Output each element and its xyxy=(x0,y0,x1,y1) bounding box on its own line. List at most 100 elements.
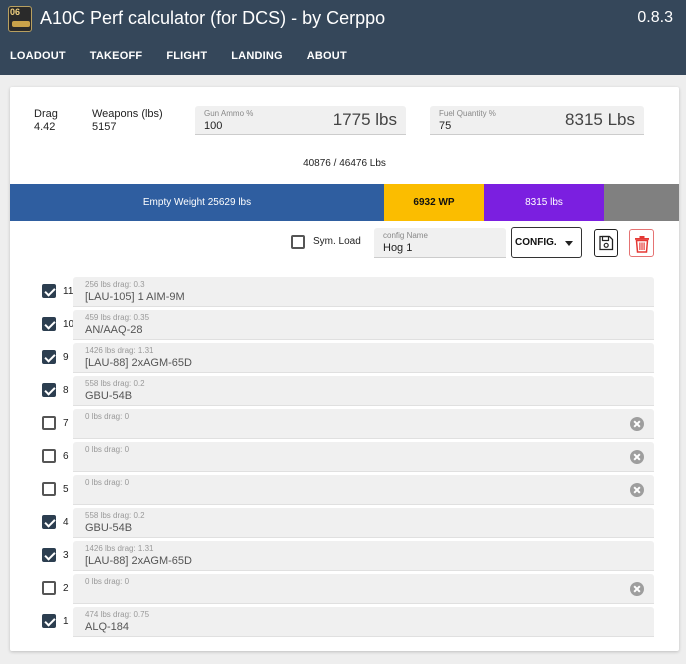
fuel-quantity-label: Fuel Quantity % xyxy=(439,109,496,118)
station-row: 7 0 lbs drag: 0 xyxy=(10,409,679,439)
logo-number: 06 xyxy=(10,7,21,17)
fuel-weight-segment: 8315 lbs xyxy=(484,184,604,221)
weapons-value: 5157 xyxy=(92,121,117,133)
station-checkbox[interactable] xyxy=(42,482,56,496)
clear-icon[interactable] xyxy=(630,582,644,596)
station-weapon-name: [LAU-88] 2xAGM-65D xyxy=(85,555,192,567)
station-weight-drag: 256 lbs drag: 0.3 xyxy=(85,280,145,289)
weapons-weight-segment: 6932 WP xyxy=(384,184,484,221)
station-weapon-select[interactable]: 1426 lbs drag: 1.31 [LAU-88] 2xAGM-65D xyxy=(73,343,654,373)
tab-flight[interactable]: FLIGHT xyxy=(166,50,207,62)
trash-icon xyxy=(635,236,649,253)
chevron-down-icon xyxy=(565,241,573,246)
station-row: 1 474 lbs drag: 0.75 ALQ-184 xyxy=(10,607,679,637)
station-number: 11 xyxy=(63,286,74,297)
gun-ammo-weight: 1775 lbs xyxy=(332,110,397,129)
station-row: 10 459 lbs drag: 0.35 AN/AAQ-28 xyxy=(10,310,679,340)
squadron-logo-icon: 06 xyxy=(8,6,32,32)
station-weapon-select[interactable]: 474 lbs drag: 0.75 ALQ-184 xyxy=(73,607,654,637)
station-weapon-name: ALQ-184 xyxy=(85,621,130,633)
drag-value: 4.42 xyxy=(34,121,56,133)
station-weapon-select[interactable]: 558 lbs drag: 0.2 GBU-54B xyxy=(73,376,654,406)
fuel-weight: 8315 Lbs xyxy=(565,110,635,129)
station-checkbox[interactable] xyxy=(42,416,56,430)
station-number: 3 xyxy=(63,550,69,561)
station-weapon-name: [LAU-88] 2xAGM-65D xyxy=(85,357,192,369)
app-version: 0.8.3 xyxy=(637,9,673,26)
tab-takeoff[interactable]: TAKEOFF xyxy=(90,50,143,62)
fuel-quantity-value: 75 xyxy=(439,120,452,132)
floppy-disk-icon xyxy=(599,235,614,251)
station-number: 8 xyxy=(63,385,69,396)
nav-tabs: LOADOUT TAKEOFF FLIGHT LANDING ABOUT xyxy=(0,50,361,62)
clear-icon[interactable] xyxy=(630,483,644,497)
station-weight-drag: 1426 lbs drag: 1.31 xyxy=(85,544,154,553)
sym-load-label: Sym. Load xyxy=(313,236,361,247)
station-checkbox[interactable] xyxy=(42,515,56,529)
station-weapon-select[interactable]: 558 lbs drag: 0.2 GBU-54B xyxy=(73,508,654,538)
config-select-value: CONFIG. xyxy=(515,237,557,248)
station-weight-drag: 459 lbs drag: 0.35 xyxy=(85,313,150,322)
clear-icon[interactable] xyxy=(630,417,644,431)
station-weight-drag: 0 lbs drag: 0 xyxy=(85,412,130,421)
sym-load-checkbox[interactable] xyxy=(291,235,305,249)
station-weapon-select[interactable]: 459 lbs drag: 0.35 AN/AAQ-28 xyxy=(73,310,654,340)
logo-wing xyxy=(12,21,30,27)
station-checkbox[interactable] xyxy=(42,284,56,298)
station-row: 5 0 lbs drag: 0 xyxy=(10,475,679,505)
config-select[interactable]: CONFIG. xyxy=(511,227,582,258)
station-weight-drag: 0 lbs drag: 0 xyxy=(85,577,130,586)
station-weapon-name: [LAU-105] 1 AIM-9M xyxy=(85,291,185,303)
station-weapon-select[interactable]: 0 lbs drag: 0 xyxy=(73,475,654,505)
station-row: 6 0 lbs drag: 0 xyxy=(10,442,679,472)
station-row: 8 558 lbs drag: 0.2 GBU-54B xyxy=(10,376,679,406)
station-row: 3 1426 lbs drag: 1.31 [LAU-88] 2xAGM-65D xyxy=(10,541,679,571)
gun-ammo-value: 100 xyxy=(204,120,223,132)
station-weight-drag: 474 lbs drag: 0.75 xyxy=(85,610,150,619)
weapons-stat: Weapons (lbs) 5157 xyxy=(92,108,163,134)
station-number: 6 xyxy=(63,451,69,462)
tab-about[interactable]: ABOUT xyxy=(307,50,347,62)
app-bar: 06 A10C Perf calculator (for DCS) - by C… xyxy=(0,0,686,75)
station-weapon-select[interactable]: 0 lbs drag: 0 xyxy=(73,442,654,472)
station-weapon-name: AN/AAQ-28 xyxy=(85,324,143,336)
station-weapon-name: GBU-54B xyxy=(85,522,133,534)
station-weapon-select[interactable]: 0 lbs drag: 0 xyxy=(73,409,654,439)
station-weapon-select[interactable]: 1426 lbs drag: 1.31 [LAU-88] 2xAGM-65D xyxy=(73,541,654,571)
station-number: 7 xyxy=(63,418,69,429)
station-checkbox[interactable] xyxy=(42,581,56,595)
station-weight-drag: 0 lbs drag: 0 xyxy=(85,478,130,487)
station-number: 2 xyxy=(63,583,69,594)
station-weight-drag: 558 lbs drag: 0.2 xyxy=(85,511,145,520)
total-weight: 40876 / 46476 Lbs xyxy=(303,158,386,169)
station-number: 1 xyxy=(63,616,69,627)
station-checkbox[interactable] xyxy=(42,548,56,562)
tab-loadout[interactable]: LOADOUT xyxy=(10,50,66,62)
station-checkbox[interactable] xyxy=(42,614,56,628)
station-row: 11 256 lbs drag: 0.3 [LAU-105] 1 AIM-9M xyxy=(10,277,679,307)
station-weapon-select[interactable]: 256 lbs drag: 0.3 [LAU-105] 1 AIM-9M xyxy=(73,277,654,307)
config-name-field[interactable]: config Name Hog 1 xyxy=(374,228,506,258)
tab-landing[interactable]: LANDING xyxy=(231,50,283,62)
empty-weight-segment: Empty Weight 25629 lbs xyxy=(10,184,384,221)
station-checkbox[interactable] xyxy=(42,317,56,331)
save-config-button[interactable] xyxy=(594,229,618,257)
fuel-quantity-field[interactable]: Fuel Quantity % 75 8315 Lbs xyxy=(430,106,644,135)
delete-config-button[interactable] xyxy=(629,229,654,257)
clear-icon[interactable] xyxy=(630,450,644,464)
station-checkbox[interactable] xyxy=(42,449,56,463)
app-title: A10C Perf calculator (for DCS) - by Cerp… xyxy=(40,8,386,28)
config-name-value: Hog 1 xyxy=(383,242,413,254)
station-checkbox[interactable] xyxy=(42,383,56,397)
weight-bar: Empty Weight 25629 lbs 6932 WP 8315 lbs xyxy=(10,184,679,221)
gun-ammo-label: Gun Ammo % xyxy=(204,109,254,118)
loadout-card: Drag 4.42 Weapons (lbs) 5157 Gun Ammo % … xyxy=(10,87,679,651)
drag-stat: Drag 4.42 xyxy=(34,108,58,134)
config-name-label: config Name xyxy=(383,231,428,240)
drag-label: Drag xyxy=(34,108,58,120)
station-weapon-name: GBU-54B xyxy=(85,390,133,402)
station-weapon-select[interactable]: 0 lbs drag: 0 xyxy=(73,574,654,604)
remaining-weight-segment xyxy=(604,184,679,221)
station-checkbox[interactable] xyxy=(42,350,56,364)
gun-ammo-field[interactable]: Gun Ammo % 100 1775 lbs xyxy=(195,106,406,135)
